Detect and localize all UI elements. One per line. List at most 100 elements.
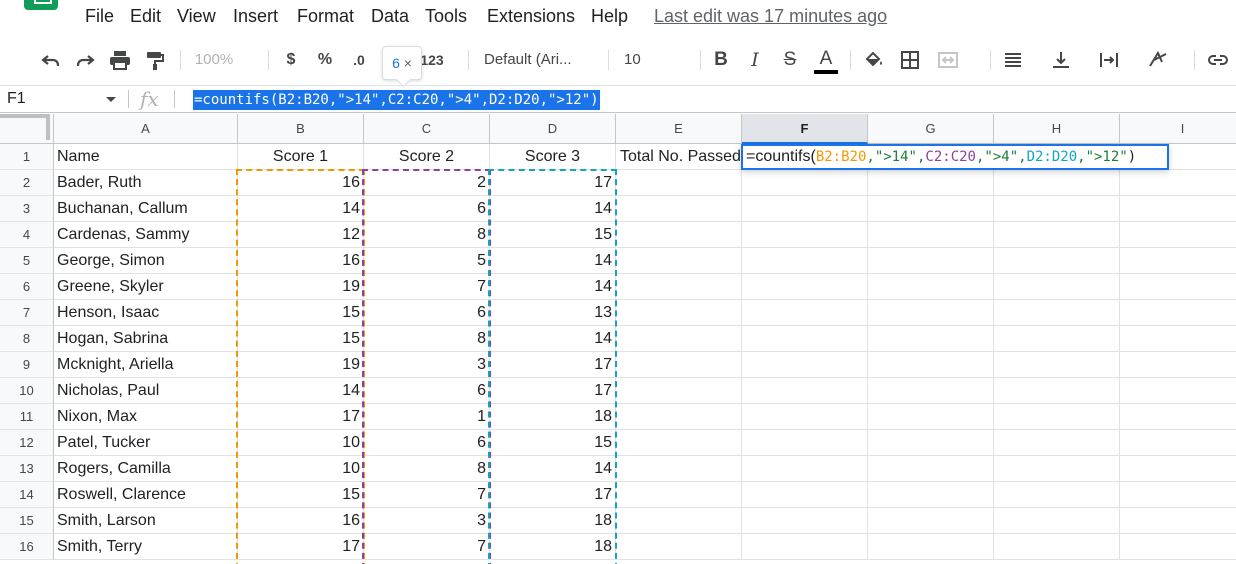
cell-c[interactable]: 8 <box>364 326 490 352</box>
row-header[interactable]: 5 <box>0 248 54 274</box>
cell-g[interactable] <box>868 404 994 430</box>
cell-h[interactable] <box>994 352 1120 378</box>
vertical-align-icon[interactable] <box>1050 48 1072 72</box>
cell-b[interactable]: 15 <box>238 326 364 352</box>
cell-a[interactable]: Smith, Terry <box>54 534 238 560</box>
cell-d[interactable]: 14 <box>490 196 616 222</box>
cell-b[interactable]: 16 <box>238 248 364 274</box>
menu-insert[interactable]: Insert <box>233 5 278 27</box>
cell-b[interactable]: 14 <box>238 378 364 404</box>
print-icon[interactable] <box>108 48 132 72</box>
currency-format-button[interactable]: $ <box>282 48 300 72</box>
redo-icon[interactable] <box>74 48 96 72</box>
column-header-c[interactable]: C <box>364 114 490 144</box>
row-header[interactable]: 16 <box>0 534 54 560</box>
menu-edit[interactable]: Edit <box>130 5 161 27</box>
cell-b[interactable]: 17 <box>238 534 364 560</box>
cell-d[interactable]: 18 <box>490 404 616 430</box>
menu-help[interactable]: Help <box>591 5 628 27</box>
cell-f[interactable] <box>742 326 868 352</box>
cell-i[interactable] <box>1120 534 1236 560</box>
cell-b[interactable]: 16 <box>238 170 364 196</box>
cell-i[interactable] <box>1120 326 1236 352</box>
merge-cells-icon[interactable] <box>936 48 960 72</box>
cell-c[interactable]: 1 <box>364 404 490 430</box>
cell-i[interactable] <box>1120 352 1236 378</box>
name-box-chevron-down-icon[interactable] <box>106 97 116 102</box>
cell-g[interactable] <box>868 378 994 404</box>
cell-b[interactable]: 19 <box>238 352 364 378</box>
cell-f[interactable] <box>742 300 868 326</box>
row-header[interactable]: 9 <box>0 352 54 378</box>
cell-d[interactable]: 17 <box>490 170 616 196</box>
cell-e[interactable] <box>616 534 742 560</box>
menu-file[interactable]: File <box>85 5 114 27</box>
cell-b[interactable]: 17 <box>238 404 364 430</box>
decrease-decimal-button[interactable]: .0 <box>348 48 370 72</box>
cell-f[interactable] <box>742 404 868 430</box>
cell-g[interactable] <box>868 170 994 196</box>
cell-f1-editor[interactable]: =countifs(B2:B20,">14",C2:C20,">4",D2:D2… <box>741 144 1169 170</box>
cell-a[interactable]: Nixon, Max <box>54 404 238 430</box>
cell-c[interactable]: 6 <box>364 196 490 222</box>
cell-g[interactable] <box>868 274 994 300</box>
cell-i[interactable] <box>1120 222 1236 248</box>
cell-b[interactable]: 12 <box>238 222 364 248</box>
cell-c[interactable]: 3 <box>364 352 490 378</box>
cell-i[interactable] <box>1120 430 1236 456</box>
cell-c[interactable]: 5 <box>364 248 490 274</box>
cell-e[interactable] <box>616 170 742 196</box>
cell-a[interactable]: Bader, Ruth <box>54 170 238 196</box>
row-header[interactable]: 14 <box>0 482 54 508</box>
name-box[interactable]: F1 <box>0 86 124 112</box>
cell-h[interactable] <box>994 482 1120 508</box>
cell-d[interactable]: 14 <box>490 248 616 274</box>
column-header-d[interactable]: D <box>490 114 616 144</box>
cell-g[interactable] <box>868 352 994 378</box>
cell-g[interactable] <box>868 248 994 274</box>
cell-b[interactable]: 15 <box>238 482 364 508</box>
cell-e[interactable] <box>616 326 742 352</box>
cell-h[interactable] <box>994 430 1120 456</box>
cell-e[interactable] <box>616 404 742 430</box>
row-header[interactable]: 4 <box>0 222 54 248</box>
cell-e[interactable] <box>616 456 742 482</box>
menu-extensions[interactable]: Extensions <box>487 5 575 27</box>
cell-h[interactable] <box>994 508 1120 534</box>
cell-a[interactable]: Henson, Isaac <box>54 300 238 326</box>
cell-i[interactable] <box>1120 300 1236 326</box>
row-header[interactable]: 13 <box>0 456 54 482</box>
menu-view[interactable]: View <box>177 5 216 27</box>
cell-h[interactable] <box>994 326 1120 352</box>
row-header-1[interactable]: 1 <box>0 144 54 170</box>
tooltip-close-icon[interactable]: × <box>404 55 412 71</box>
cell-g[interactable] <box>868 222 994 248</box>
cell-a[interactable]: Cardenas, Sammy <box>54 222 238 248</box>
cell-c[interactable]: 6 <box>364 430 490 456</box>
cell-e[interactable] <box>616 248 742 274</box>
cell-d[interactable]: 13 <box>490 300 616 326</box>
cell-c1[interactable]: Score 2 <box>364 144 490 170</box>
cell-g[interactable] <box>868 196 994 222</box>
cell-a[interactable]: Nicholas, Paul <box>54 378 238 404</box>
cell-a[interactable]: Roswell, Clarence <box>54 482 238 508</box>
cell-e[interactable] <box>616 222 742 248</box>
cell-a1[interactable]: Name <box>54 144 238 170</box>
cell-d[interactable]: 15 <box>490 222 616 248</box>
cell-b[interactable]: 14 <box>238 196 364 222</box>
cell-c[interactable]: 7 <box>364 482 490 508</box>
cell-h[interactable] <box>994 274 1120 300</box>
cell-h[interactable] <box>994 300 1120 326</box>
row-header[interactable]: 6 <box>0 274 54 300</box>
cell-h[interactable] <box>994 456 1120 482</box>
cell-g[interactable] <box>868 534 994 560</box>
sheets-logo-icon[interactable] <box>24 0 58 10</box>
column-header-h[interactable]: H <box>994 114 1120 144</box>
cell-h[interactable] <box>994 170 1120 196</box>
cell-h[interactable] <box>994 248 1120 274</box>
cell-a[interactable]: Patel, Tucker <box>54 430 238 456</box>
cell-b1[interactable]: Score 1 <box>238 144 364 170</box>
row-header[interactable]: 8 <box>0 326 54 352</box>
cell-f[interactable] <box>742 170 868 196</box>
select-all-corner[interactable] <box>0 114 54 144</box>
